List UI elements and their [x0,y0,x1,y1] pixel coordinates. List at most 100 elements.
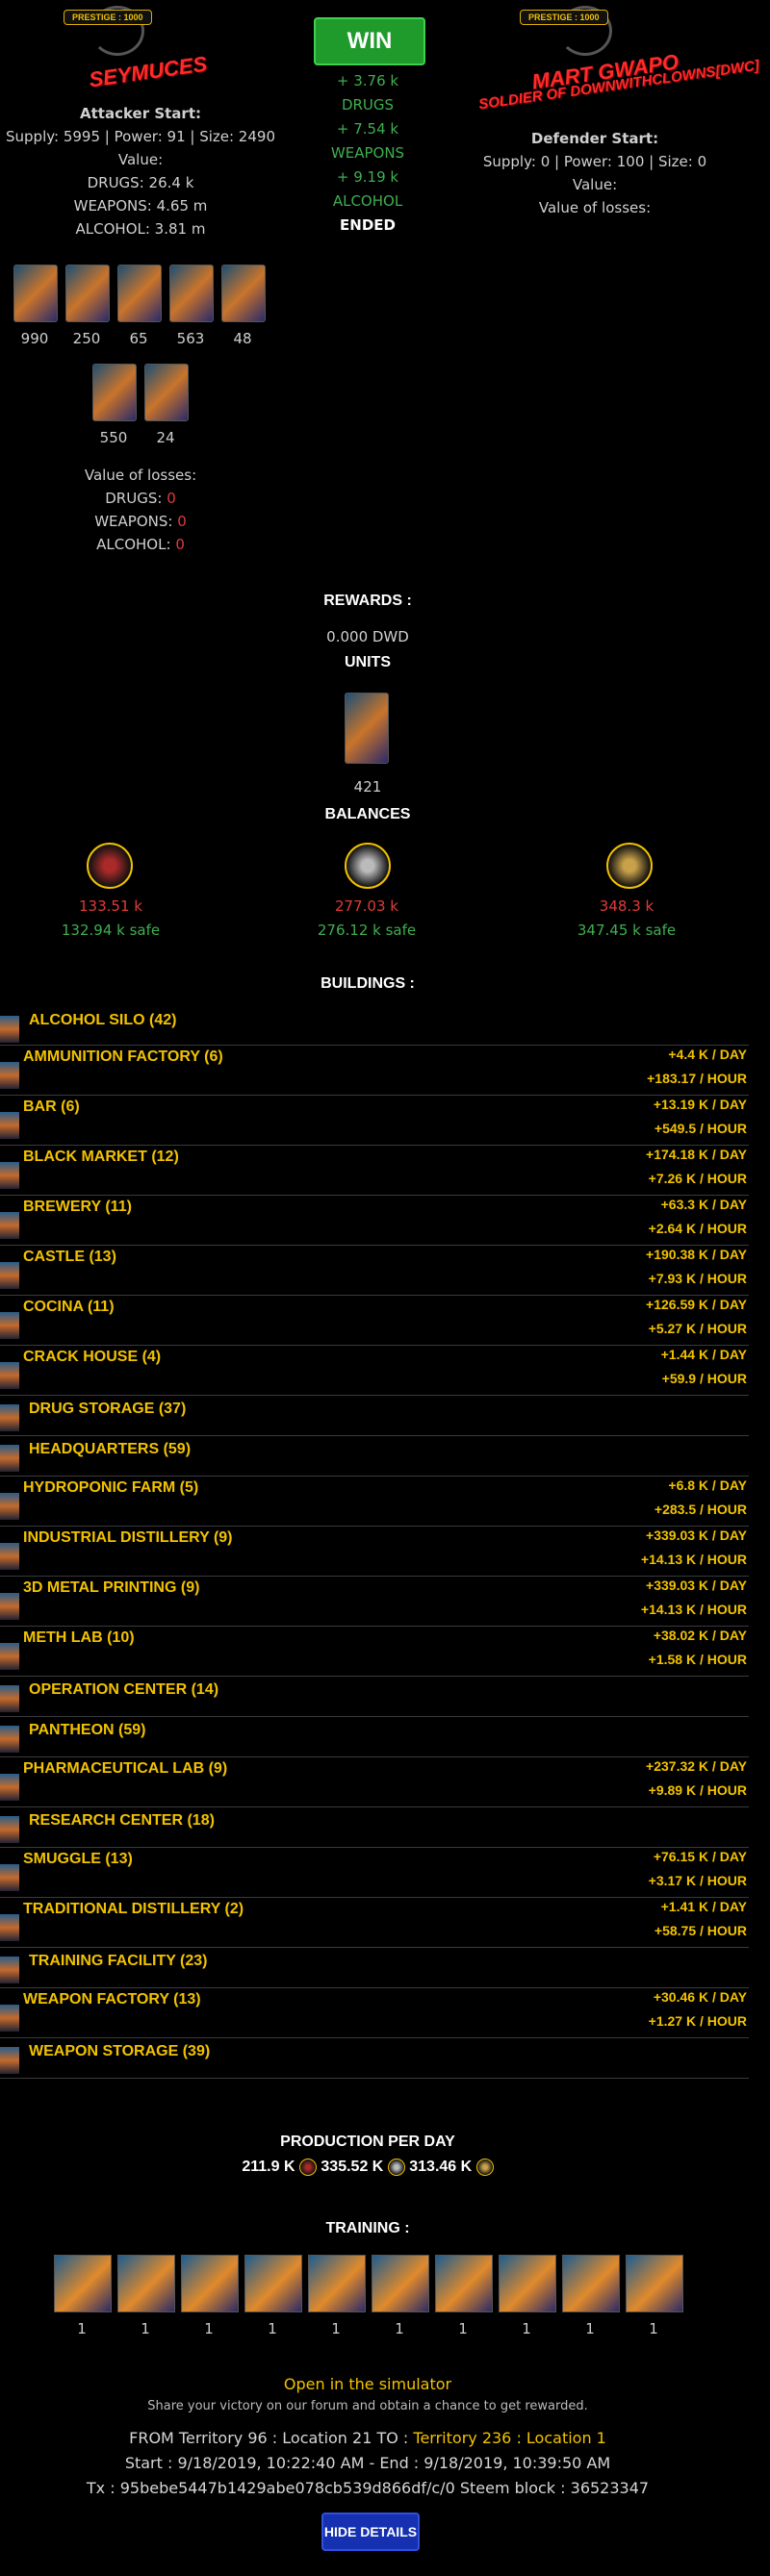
loss-weapons-label: WEAPONS: [94,513,173,530]
building-row[interactable]: METH LAB (10) +38.02 K / DAY +1.58 K / HOU… [0,1626,749,1677]
building-row[interactable]: AMMUNITION FACTORY (6) +4.4 K / DAY +183.1… [0,1045,749,1096]
attacker-name[interactable]: SEYMUCES [88,52,209,93]
building-name: CASTLE (13) [23,1249,116,1265]
training-unit[interactable] [308,2255,366,2312]
building-name: 3D METAL PRINTING (9) [23,1579,200,1596]
training-unit[interactable] [435,2255,493,2312]
building-row[interactable]: 3D METAL PRINTING (9) +339.03 K / DAY +14.… [0,1576,749,1627]
defender-info: Defender Start: Supply: 0 | Power: 100 |… [454,127,735,219]
building-icon [0,1445,19,1472]
gain-alcohol-label: ALCOHOL [332,192,403,210]
building-rate-hour: +3.17 K / HOUR [648,1873,747,1888]
building-row[interactable]: RESEARCH CENTER (18) [0,1806,749,1848]
reward-unit-count: 421 [353,778,382,796]
training-unit-count: 1 [268,2320,277,2337]
building-name: RESEARCH CENTER (18) [29,1812,215,1829]
building-rate-day: +63.3 K / DAY [660,1197,747,1212]
building-row[interactable]: HEADQUARTERS (59) [0,1435,749,1477]
building-row[interactable]: CASTLE (13) +190.38 K / DAY +7.93 K / HOUR [0,1245,749,1296]
building-rate-hour: +1.27 K / HOUR [648,2013,747,2029]
building-row[interactable]: DRUG STORAGE (37) [0,1395,749,1436]
training-unit[interactable] [372,2255,429,2312]
attacker-unit-6[interactable] [92,364,137,421]
building-icon [0,1593,19,1620]
building-row[interactable]: BREWERY (11) +63.3 K / DAY +2.64 K / HOUR [0,1195,749,1246]
training-unit[interactable] [54,2255,112,2312]
building-row[interactable]: COCINA (11) +126.59 K / DAY +5.27 K / HOUR [0,1295,749,1346]
attacker-unit-5[interactable] [221,265,266,322]
attacker-stats: Supply: 5995 | Power: 91 | Size: 2490 [6,128,275,145]
building-icon [0,1062,19,1089]
attacker-value-label: Value: [117,151,164,168]
building-row[interactable]: TRADITIONAL DISTILLERY (2) +1.41 K / DAY +… [0,1897,749,1948]
training-title: TRAINING : [325,2220,410,2236]
building-row[interactable]: WEAPON FACTORY (13) +30.46 K / DAY +1.27 K… [0,1987,749,2038]
building-row[interactable]: OPERATION CENTER (14) [0,1676,749,1717]
building-name: HYDROPONIC FARM (5) [23,1479,199,1496]
route-from: FROM Territory 96 : Location 21 TO : [129,2429,409,2447]
building-row[interactable]: SMUGGLE (13) +76.15 K / DAY +3.17 K / HOUR [0,1847,749,1898]
transaction-info[interactable]: Tx : 95bebe5447b1429abe078cb539d866df/c/… [0,2476,735,2501]
building-rate-day: +1.44 K / DAY [660,1347,747,1362]
building-row[interactable]: PANTHEON (59) [0,1716,749,1757]
building-name: DRUG STORAGE (37) [29,1401,187,1417]
training-unit[interactable] [117,2255,175,2312]
building-rate-day: +6.8 K / DAY [668,1477,747,1493]
building-icon [0,1162,19,1189]
building-row[interactable]: CRACK HOUSE (4) +1.44 K / DAY +59.9 / HOUR [0,1345,749,1396]
building-row[interactable]: ALCOHOL SILO (42) [0,1006,749,1046]
building-rate-hour: +7.26 K / HOUR [648,1171,747,1186]
building-row[interactable]: HYDROPONIC FARM (5) +6.8 K / DAY +283.5 / … [0,1476,749,1527]
production-title: PRODUCTION PER DAY [280,2134,455,2150]
building-name: BAR (6) [23,1099,80,1115]
building-row[interactable]: BAR (6) +13.19 K / DAY +549.5 / HOUR [0,1095,749,1146]
building-row[interactable]: WEAPON STORAGE (39) [0,2037,749,2079]
building-icon [0,1016,19,1043]
building-name: HEADQUARTERS (59) [29,1441,192,1457]
attacker-unit-4[interactable] [169,265,214,322]
building-name: ALCOHOL SILO (42) [29,1012,177,1028]
training-unit-count: 1 [395,2320,404,2337]
building-row[interactable]: BLACK MARKET (12) +174.18 K / DAY +7.26 K … [0,1145,749,1196]
route-to[interactable]: Territory 236 : Location 1 [413,2429,605,2447]
rewards-dwd: 0.000 DWD [326,628,409,645]
building-icon [0,1864,19,1891]
alcohol-icon [606,843,653,889]
loss-drugs-value: 0 [167,490,176,507]
training-unit[interactable] [626,2255,683,2312]
loss-drugs-label: DRUGS: [105,490,163,507]
win-badge: WIN [314,17,425,65]
building-row[interactable]: INDUSTRIAL DISTILLERY (9) +339.03 K / DAY… [0,1526,749,1577]
attacker-unit-3[interactable] [117,265,162,322]
attacker-unit-7[interactable] [144,364,189,421]
defender-stats: Supply: 0 | Power: 100 | Size: 0 [482,153,707,170]
building-rate-hour: +7.93 K / HOUR [648,1271,747,1286]
gain-drugs-label: DRUGS [341,96,395,114]
training-unit[interactable] [181,2255,239,2312]
building-icon [0,1262,19,1289]
building-icon [0,1726,19,1753]
building-rate-day: +126.59 K / DAY [646,1297,747,1312]
training-unit-count: 1 [585,2320,595,2337]
building-row[interactable]: PHARMACEUTICAL LAB (9) +237.32 K / DAY +9.… [0,1756,749,1807]
building-rate-hour: +549.5 / HOUR [654,1121,747,1136]
training-unit[interactable] [244,2255,302,2312]
reward-unit-image [345,693,389,764]
building-name: TRADITIONAL DISTILLERY (2) [23,1901,244,1917]
simulator-link[interactable]: Open in the simulator [0,2372,735,2397]
building-name: INDUSTRIAL DISTILLERY (9) [23,1529,233,1546]
attacker-unit-count-1: 990 [20,330,49,347]
training-unit[interactable] [562,2255,620,2312]
hide-details-button[interactable]: HIDE DETAILS [321,2513,420,2551]
training-unit[interactable] [499,2255,556,2312]
attacker-unit-2[interactable] [65,265,110,322]
balances-title: BALANCES [324,806,411,822]
building-rate-day: +30.46 K / DAY [653,1989,747,2005]
building-rate-day: +13.19 K / DAY [653,1097,747,1112]
training-unit-count: 1 [522,2320,531,2337]
attacker-unit-1[interactable] [13,265,58,322]
footer: Open in the simulator Share your victory… [0,2372,735,2501]
building-rate-hour: +58.75 / HOUR [654,1923,747,1938]
building-row[interactable]: TRAINING FACILITY (23) [0,1947,749,1988]
building-icon [0,1362,19,1389]
